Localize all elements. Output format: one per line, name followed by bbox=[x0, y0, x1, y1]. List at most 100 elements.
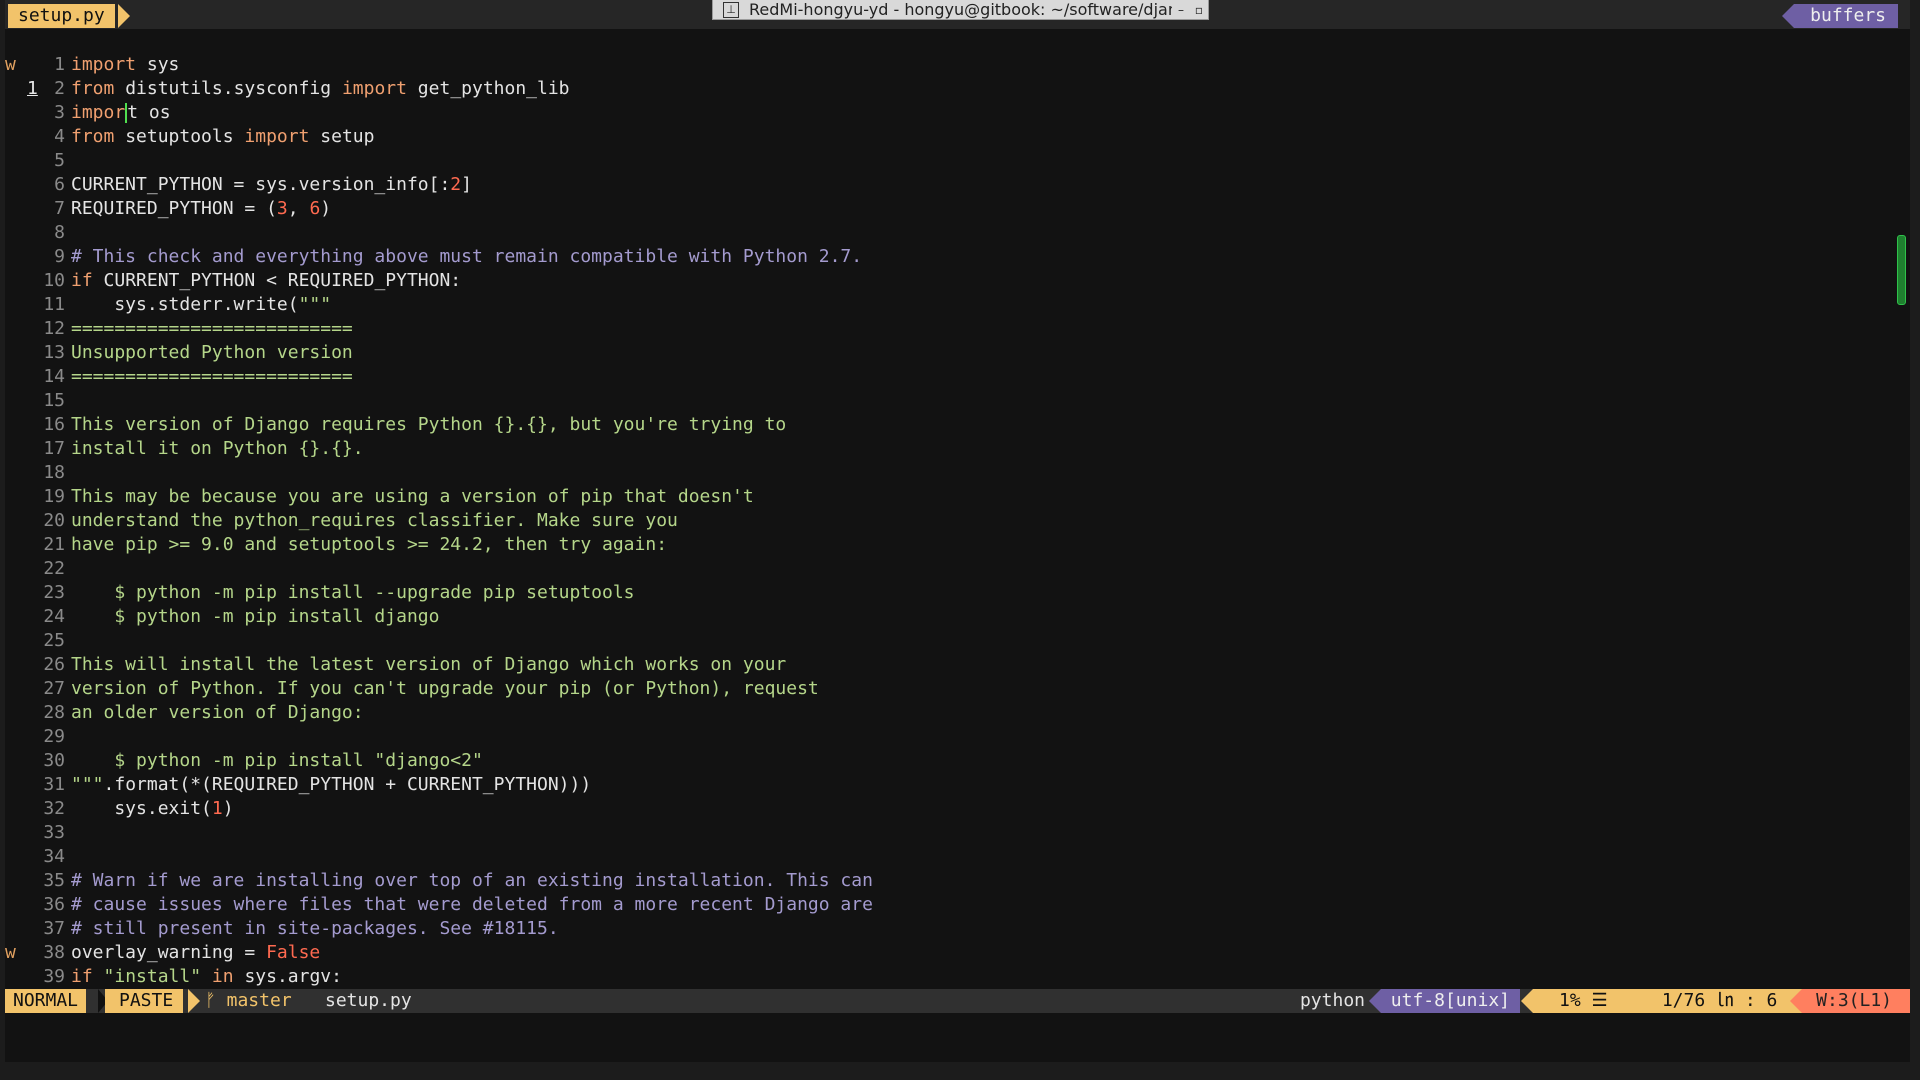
code-token: have pip >= 9.0 and setuptools >= 24.2, … bbox=[71, 534, 668, 555]
code-line[interactable]: 19 This may be because you are using a ve… bbox=[5, 485, 1910, 509]
code-line[interactable]: 24 $ python -m pip install django bbox=[5, 605, 1910, 629]
code-line[interactable]: 7 REQUIRED_PYTHON = (3, 6) bbox=[5, 197, 1910, 221]
code-line[interactable]: 13 Unsupported Python version bbox=[5, 341, 1910, 365]
code-token: ) bbox=[320, 198, 332, 219]
code-token: setuptools bbox=[114, 126, 245, 147]
code-line[interactable]: 6 CURRENT_PYTHON = sys.version_info[:2] bbox=[5, 173, 1910, 197]
code-line[interactable]: 2 from distutils.sysconfig import get_pyt… bbox=[5, 77, 1910, 101]
code-editor[interactable]: w 1 impor t os 1 import sys 2 from distutils… bbox=[5, 29, 1910, 989]
code-line[interactable]: 20 understand the python_requires classif… bbox=[5, 509, 1910, 533]
line-number: 4 bbox=[54, 126, 65, 147]
line-number: 33 bbox=[43, 822, 65, 843]
code-line[interactable]: 32 sys.exit(1) bbox=[5, 797, 1910, 821]
line-number: 6 bbox=[54, 174, 65, 195]
code-line[interactable]: 21 have pip >= 9.0 and setuptools >= 24.2… bbox=[5, 533, 1910, 557]
code-token: # Warn if we are installing over top of … bbox=[71, 870, 873, 891]
code-line[interactable]: 5 bbox=[5, 149, 1910, 173]
code-line[interactable]: 16 This version of Django requires Python… bbox=[5, 413, 1910, 437]
minimize-icon[interactable]: – bbox=[1172, 3, 1190, 17]
git-branch: ᚠ master bbox=[205, 990, 292, 1011]
code-line[interactable]: 37 # still present in site-packages. See … bbox=[5, 917, 1910, 941]
code-line[interactable]: 15 bbox=[5, 389, 1910, 413]
code-line[interactable]: 26 This will install the latest version o… bbox=[5, 653, 1910, 677]
code-line[interactable]: 18 bbox=[5, 461, 1910, 485]
code-token: CURRENT_PYTHON < REQUIRED_PYTHON: bbox=[92, 270, 462, 291]
line-number: 21 bbox=[43, 534, 65, 555]
code-line[interactable]: 25 bbox=[5, 629, 1910, 653]
buffers-label[interactable]: buffers bbox=[1782, 4, 1898, 28]
line-number: 15 bbox=[43, 390, 65, 411]
separator-arrow-icon bbox=[188, 989, 200, 1013]
code-token: 6 bbox=[309, 198, 321, 219]
line-number: 9 bbox=[54, 246, 65, 267]
window-titlebar[interactable]: ⊥ RedMi-hongyu-yd - hongyu@gitbook: ~/so… bbox=[712, 0, 1209, 20]
line-number: 27 bbox=[43, 678, 65, 699]
warning-sign: w bbox=[5, 942, 16, 963]
code-token: This version of Django requires Python {… bbox=[71, 414, 787, 435]
code-line[interactable]: 27 version of Python. If you can't upgrad… bbox=[5, 677, 1910, 701]
code-text: version of Python. If you can't upgrade … bbox=[71, 677, 819, 701]
filetype: python bbox=[1299, 990, 1365, 1011]
code-token: $ python -m pip install --upgrade pip se… bbox=[71, 582, 635, 603]
code-line[interactable]: 3 bbox=[5, 101, 1910, 125]
code-line[interactable]: 30 $ python -m pip install "django<2" bbox=[5, 749, 1910, 773]
code-line[interactable]: 1 import sys bbox=[5, 53, 1910, 77]
code-line[interactable]: 23 $ python -m pip install --upgrade pip… bbox=[5, 581, 1910, 605]
scrollbar-thumb[interactable] bbox=[1897, 235, 1906, 305]
code-line[interactable]: 29 bbox=[5, 725, 1910, 749]
code-text: This version of Django requires Python {… bbox=[71, 413, 786, 437]
code-line[interactable]: 35 # Warn if we are installing over top o… bbox=[5, 869, 1910, 893]
code-token: CURRENT_PYTHON = sys.version_info[: bbox=[71, 174, 451, 195]
code-line[interactable]: 11 sys.stderr.write(""" bbox=[5, 293, 1910, 317]
code-text: $ python -m pip install "django<2" bbox=[71, 749, 482, 773]
code-line[interactable]: 8 bbox=[5, 221, 1910, 245]
line-number: 22 bbox=[43, 558, 65, 579]
code-line[interactable]: 12 ========================== bbox=[5, 317, 1910, 341]
line-number: 2 bbox=[54, 78, 65, 99]
line-number: 29 bbox=[43, 726, 65, 747]
code-token: import bbox=[341, 78, 407, 99]
code-token: 3 bbox=[276, 198, 288, 219]
pin-icon[interactable]: ⊥ bbox=[723, 1, 739, 18]
code-line[interactable]: 4 from setuptools import setup bbox=[5, 125, 1910, 149]
code-token: # This check and everything above must r… bbox=[71, 246, 863, 267]
code-line[interactable]: 34 bbox=[5, 845, 1910, 869]
code-token: Unsupported Python version bbox=[71, 342, 353, 363]
whitespace-warning[interactable]: W:3(L1) bbox=[1790, 989, 1910, 1013]
code-line[interactable]: 9 # This check and everything above must … bbox=[5, 245, 1910, 269]
code-line[interactable]: 22 bbox=[5, 557, 1910, 581]
code-token: sys bbox=[136, 54, 180, 75]
code-line[interactable]: 39 if "install" in sys.argv: bbox=[5, 965, 1910, 989]
line-number: 34 bbox=[43, 846, 65, 867]
line-number: 37 bbox=[43, 918, 65, 939]
code-text: This may be because you are using a vers… bbox=[71, 485, 754, 509]
code-text: # Warn if we are installing over top of … bbox=[71, 869, 873, 893]
code-text: from distutils.sysconfig import get_pyth… bbox=[71, 77, 570, 101]
cursor-position: 1% ☰ 1/76 ㏑ : 6 bbox=[1521, 989, 1805, 1013]
line-number: 35 bbox=[43, 870, 65, 891]
restore-icon[interactable]: ▫ bbox=[1190, 3, 1208, 17]
code-token: version of Python. If you can't upgrade … bbox=[71, 678, 819, 699]
command-line[interactable] bbox=[5, 1013, 1910, 1062]
code-token: get_python_lib bbox=[406, 78, 570, 99]
code-token: import bbox=[244, 126, 310, 147]
line-number: 13 bbox=[43, 342, 65, 363]
line-number: 24 bbox=[43, 606, 65, 627]
window-title: RedMi-hongyu-yd - hongyu@gitbook: ~/soft… bbox=[749, 0, 1172, 19]
code-line[interactable]: 17 install it on Python {}.{}. bbox=[5, 437, 1910, 461]
line-number: 11 bbox=[43, 294, 65, 315]
code-token: , bbox=[287, 198, 310, 219]
code-line[interactable]: 10 if CURRENT_PYTHON < REQUIRED_PYTHON: bbox=[5, 269, 1910, 293]
code-line[interactable]: 14 ========================== bbox=[5, 365, 1910, 389]
code-line-current[interactable]: w 1 impor t os bbox=[5, 29, 1910, 123]
code-text: from setuptools import setup bbox=[71, 125, 374, 149]
code-line[interactable]: 36 # cause issues where files that were d… bbox=[5, 893, 1910, 917]
code-text: ========================== bbox=[71, 317, 353, 341]
tab-setup-py[interactable]: setup.py bbox=[8, 4, 115, 28]
code-token: 1 bbox=[211, 798, 223, 819]
code-line[interactable]: 28 an older version of Django: bbox=[5, 701, 1910, 725]
code-line[interactable]: 33 bbox=[5, 821, 1910, 845]
code-token: import bbox=[71, 54, 137, 75]
code-line[interactable]: 31 """.format(*(REQUIRED_PYTHON + CURRENT… bbox=[5, 773, 1910, 797]
code-line[interactable]: w 38 overlay_warning = False bbox=[5, 941, 1910, 965]
